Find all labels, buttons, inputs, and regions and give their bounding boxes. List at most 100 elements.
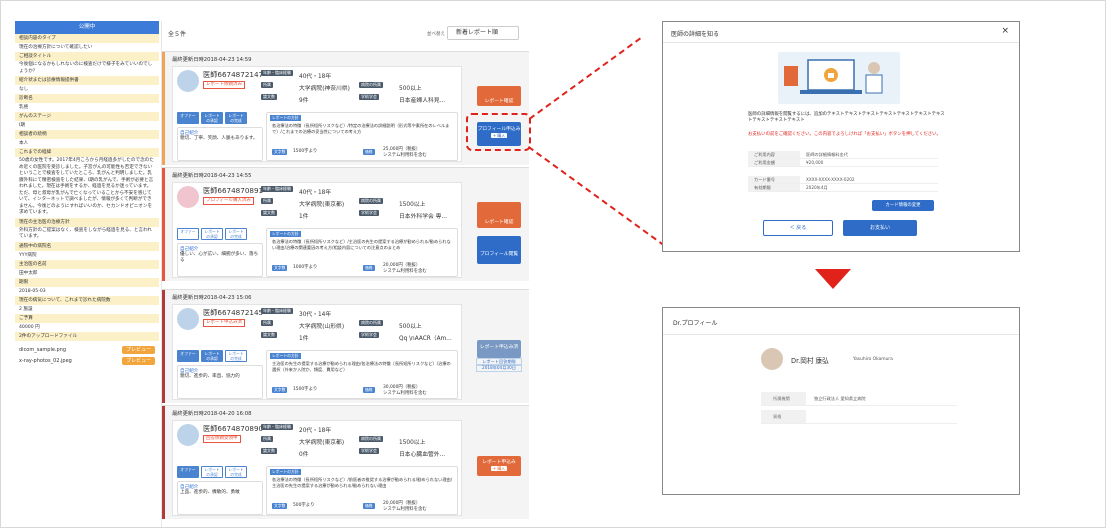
- info-chip: 学術学会: [359, 448, 379, 454]
- field-value: 乳癌: [15, 103, 159, 112]
- field-value: 田中太郎: [15, 268, 159, 278]
- field-label: 現在の病気について、これまで診れた病院数: [15, 295, 159, 305]
- fee-label: 価格: [363, 387, 375, 393]
- doctor-id[interactable]: 医師6674870891: [203, 186, 263, 196]
- button-label: プロフィール閲覧: [479, 252, 519, 257]
- report-request-button[interactable]: レポート申込み + 購入: [477, 456, 521, 476]
- info-value: 20代・18年: [299, 428, 332, 434]
- info-value: 30代・14年: [299, 312, 332, 318]
- status-bar: [162, 406, 165, 519]
- info-chip: 年齢・臨床経験: [261, 308, 293, 314]
- modal-warning: お支払いの前をご確認ください。この内容でよろしければ「お支払い」ボタンを押してく…: [748, 132, 941, 137]
- card-info-table: カード番号 XXXX-XXXX-XXXX-0202 有効期限 2020年4月: [748, 176, 938, 192]
- self-intro: 自己紹介 親切、丁寧、笑顔、人脈もあります。: [177, 127, 263, 161]
- back-button[interactable]: ＜ 戻る: [763, 220, 833, 236]
- sort-select[interactable]: 新着レポート順: [447, 26, 519, 40]
- info-value: 日本産婦人科見...: [399, 98, 446, 104]
- file-name: x-ray-photos_02.jpeg: [19, 358, 72, 364]
- report-policy: レポートの方針 主治医の先生の提案する治療が勧められる理由/各治療法の特徴（長所短…: [266, 350, 458, 399]
- file-row: x-ray-photos_02.jpeg プレビュー: [15, 356, 159, 367]
- pay-button[interactable]: お支払い: [843, 220, 917, 236]
- row-key: ご利用内容: [748, 151, 800, 158]
- status-badge: レポート申込み済: [203, 319, 245, 327]
- info-chip: 所属: [261, 320, 273, 326]
- button-label: レポート申込み: [482, 460, 516, 465]
- info-value: 大学病院(神奈川県): [299, 86, 350, 92]
- doctor-id[interactable]: 医師6674872147: [203, 70, 263, 80]
- info-chip: 学術学会: [359, 210, 379, 216]
- fee-note: システム利用料を含む: [383, 153, 427, 158]
- info-chip: 年齢・臨床経験: [261, 186, 293, 192]
- modal-divider: [663, 42, 1019, 43]
- doctor-report-list: 全５件 並べ替え 新着レポート順 最終更新日時2018-04-23 14:59 医…: [161, 21, 529, 527]
- info-value: Qq \nAACR（Am...: [399, 336, 452, 342]
- doctor-id[interactable]: 医師6674870890: [203, 424, 263, 434]
- progress-step: オファー: [177, 466, 199, 478]
- info-value: 大学病院(東京都): [299, 202, 345, 208]
- update-date: 最終更新日時2018-04-20 16:08: [172, 411, 252, 417]
- purchase-label: + 購入: [491, 466, 507, 471]
- doctor-id[interactable]: 医師6674872145: [203, 308, 263, 318]
- self-intro: 自己紹介 親切、進歩的、率直、協力的: [177, 365, 263, 399]
- close-icon[interactable]: ×: [1001, 26, 1009, 36]
- row-value: 医師の詳細情報料金代: [806, 152, 848, 157]
- field-value: 本人: [15, 139, 159, 148]
- progress-steps: オファー レポートの承認 レポートの完成: [177, 466, 247, 478]
- doctor-summary: 医師6674870891 プロフィール購入済み 年齢・臨床経験 40代・18年 所属 大学…: [172, 182, 462, 278]
- word-count-label: 文字数: [272, 265, 288, 271]
- self-intro: 自己紹介 優しい、心が広い、細腕が多い、落ちる: [177, 243, 263, 277]
- info-value: 500以上: [399, 86, 422, 92]
- fee-note: システム利用料を含む: [383, 391, 427, 396]
- field-value: 40000 円: [15, 322, 159, 332]
- connector-line-bottom: [527, 146, 665, 247]
- field-label: 現在の主治医の治療方針: [15, 217, 159, 227]
- screenshot-stage: 公開中 相談内容のタイプ 現在の治療方針について確認したい ご相談タイトル 今後個にな…: [0, 0, 1106, 528]
- progress-step: オファー: [177, 112, 199, 124]
- self-intro-text: 上品、進歩的、機敏的、勇敢: [180, 490, 240, 495]
- button-label: レポート確認: [484, 220, 514, 225]
- report-policy: レポートの方針 各治療法の特徴（長所短所リスクなど）/前医者の推奨する治療が勧めら…: [266, 466, 458, 515]
- sort-label: 並べ替え: [427, 32, 445, 37]
- info-chip: 学術学会: [359, 332, 379, 338]
- word-count: 1500字より: [293, 387, 318, 392]
- fee-label: 価格: [363, 149, 375, 155]
- info-value: 1件: [299, 336, 309, 342]
- doctor-avatar: [761, 348, 783, 370]
- preview-button[interactable]: プレビュー: [121, 346, 155, 354]
- info-chip: 論文数: [261, 332, 277, 338]
- preview-button[interactable]: プレビュー: [121, 357, 155, 365]
- table-row: ご利用内容 医師の詳細情報料金代: [748, 151, 938, 159]
- doctor-detail-modal: 医師の詳細を知る × 医師の詳細情報を閲覧するには、追加のテキストテキストテキス…: [662, 21, 1020, 252]
- self-intro-text: 親切、丁寧、笑顔、人脈もあります。: [180, 136, 258, 141]
- info-chip: 所属: [261, 436, 273, 442]
- info-chip: 病院の所属: [359, 82, 383, 88]
- info-chip: 学術学会: [359, 94, 379, 100]
- field-value: 現在の治療方針について確認したい: [15, 43, 159, 52]
- profile-view-button[interactable]: プロフィール閲覧: [477, 236, 521, 264]
- report-confirm-button[interactable]: レポート確認: [477, 202, 521, 228]
- highlight-frame: [466, 113, 531, 151]
- report-policy-text: 各治療法の特徴（長所短所リスクなど）/特定の治療法の詳細説明（形式等や素所在のレ…: [272, 123, 450, 134]
- word-count-label: 文字数: [272, 387, 288, 393]
- result-count: 全５件: [168, 31, 187, 38]
- progress-step: レポートの承認: [201, 350, 223, 362]
- fee-note: システム利用料を含む: [383, 507, 427, 512]
- status-badge: レポート依頼済み: [203, 81, 245, 89]
- row-value: XXXX-XXXX-XXXX-0202: [806, 177, 855, 182]
- word-count: 1000字より: [293, 265, 318, 270]
- row-key: カード番号: [748, 176, 800, 183]
- row-key: 所属機関: [761, 392, 806, 405]
- fee-note: システム利用料を含む: [383, 269, 427, 274]
- field-label: これまでの経緯: [15, 148, 159, 157]
- report-confirm-button[interactable]: レポート確認: [477, 86, 521, 106]
- report-policy-label: レポートの方針: [270, 231, 301, 237]
- status-badge: 回答依頼受領中: [203, 435, 241, 443]
- info-value: 大学病院(東京都): [299, 440, 345, 446]
- doctor-avatar: [177, 308, 199, 330]
- report-policy-text: 各治療法の特徴（長所短所リスクなど）/主治医の先生の提案する治療が勧められる/勧…: [272, 239, 451, 250]
- profile-row: 所属機関 独立行政法人 愛知県立病院: [761, 392, 957, 406]
- report-requested-button: レポート申込み済: [477, 340, 521, 358]
- change-card-button[interactable]: カード情報の変更: [872, 200, 934, 211]
- progress-steps: オファー レポートの承認 レポートの完成: [177, 112, 247, 124]
- list-toolbar: 全５件 並べ替え 新着レポート順: [162, 21, 529, 43]
